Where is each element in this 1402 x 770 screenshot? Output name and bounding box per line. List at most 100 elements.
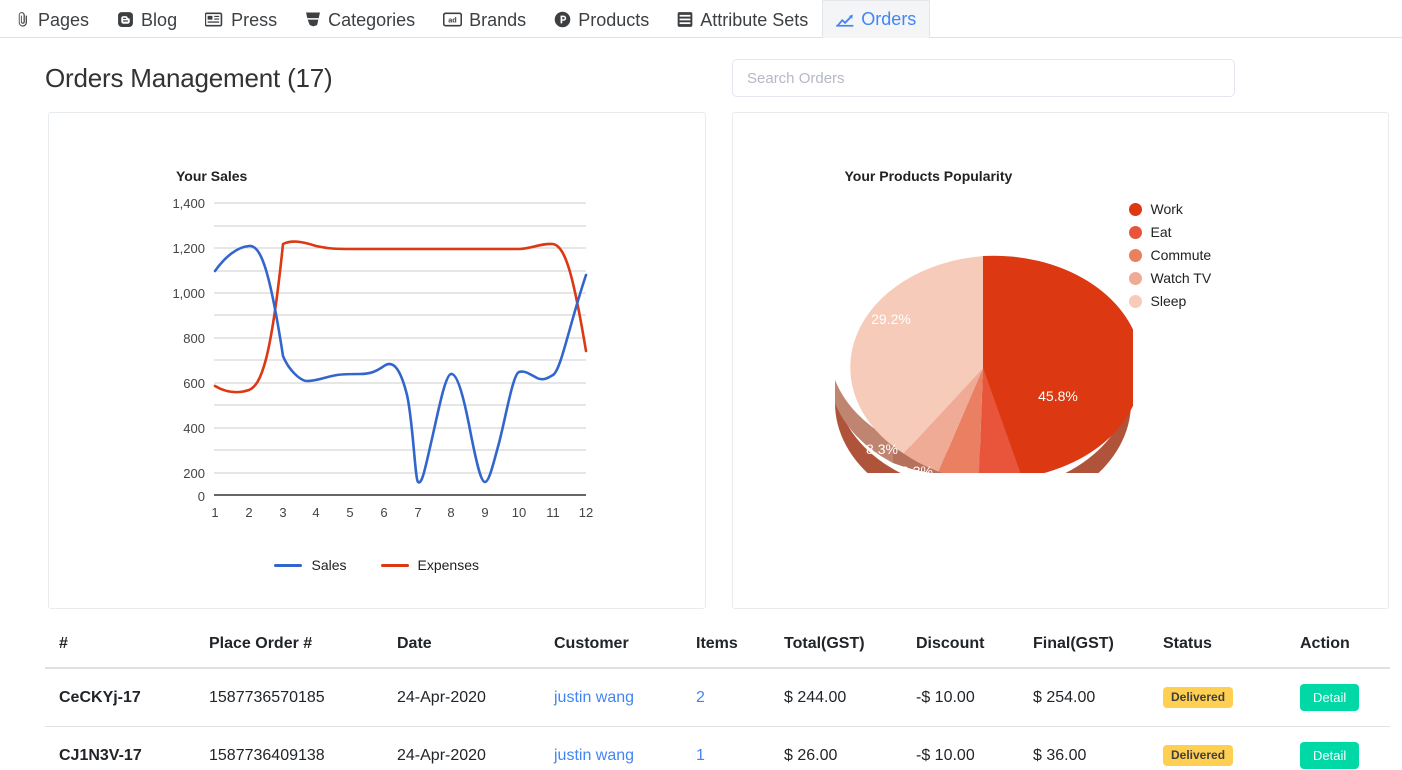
- table-body: CeCKYj-17 1587736570185 24-Apr-2020 just…: [45, 668, 1390, 770]
- col-header-customer: Customer: [540, 625, 682, 669]
- x-tick-2: 2: [245, 505, 252, 520]
- col-header-discount: Discount: [902, 625, 1019, 669]
- pie-label-watchtv: 8.3%: [866, 441, 898, 457]
- cell-customer: justin wang: [540, 726, 682, 770]
- cell-place-order: 1587736409138: [195, 726, 383, 770]
- nav-item-categories[interactable]: Categories: [291, 0, 429, 38]
- y-tick-1200: 1,200: [172, 241, 205, 256]
- nav-item-orders[interactable]: Orders: [822, 0, 931, 38]
- newspaper-icon: [205, 11, 224, 28]
- nav-item-attribute-sets[interactable]: Attribute Sets: [663, 0, 822, 38]
- legend-item-eat[interactable]: Eat: [1128, 224, 1212, 240]
- pie-label-work: 45.8%: [1038, 388, 1078, 404]
- col-header-final: Final(GST): [1019, 625, 1149, 669]
- table-header-row: # Place Order # Date Customer Items Tota…: [45, 625, 1390, 669]
- col-header-status: Status: [1149, 625, 1286, 669]
- orders-table: # Place Order # Date Customer Items Tota…: [45, 625, 1390, 770]
- cell-date: 24-Apr-2020: [383, 668, 540, 727]
- series-sales-line: [213, 244, 588, 484]
- items-link[interactable]: 1: [696, 747, 705, 764]
- cell-action: Detail: [1286, 668, 1390, 727]
- legend-item-watch-tv[interactable]: Watch TV: [1128, 270, 1211, 286]
- cell-place-order: 1587736570185: [195, 668, 383, 727]
- nav-label: Blog: [141, 9, 178, 30]
- detail-button[interactable]: Detail: [1300, 684, 1360, 711]
- list-alt-icon: [677, 11, 693, 28]
- sales-line-chart: 1,400 1,200 1,000 800 600 400 200 0 1 2 …: [172, 196, 593, 520]
- nav-label: Attribute Sets: [700, 9, 809, 30]
- cell-items: 1: [682, 726, 770, 770]
- blogger-icon: [117, 11, 134, 28]
- customer-link[interactable]: justin wang: [554, 689, 634, 706]
- y-tick-1000: 1,000: [172, 286, 205, 301]
- sales-chart-card: Your Sales 1,400 1,200 1,000 800 600 400…: [48, 112, 706, 609]
- nav-item-brands[interactable]: ad Brands: [429, 0, 540, 38]
- search-input[interactable]: [732, 59, 1235, 97]
- col-header-action: Action: [1286, 625, 1390, 669]
- pie-chart-title: Your Products Popularity: [844, 168, 1013, 184]
- sales-chart-legend: Sales Expenses: [49, 557, 705, 573]
- nav-label: Pages: [38, 9, 90, 30]
- cell-customer: justin wang: [540, 668, 682, 727]
- search-container: [732, 59, 1235, 97]
- x-tick-8: 8: [447, 505, 454, 520]
- x-tick-11: 11: [546, 505, 560, 520]
- y-tick-800: 800: [183, 331, 205, 346]
- legend-dot-watch-tv: [1128, 271, 1142, 285]
- legend-label-commute: Commute: [1150, 247, 1212, 263]
- x-tick-10: 10: [512, 505, 526, 520]
- y-tick-0: 0: [198, 489, 205, 504]
- legend-item-commute[interactable]: Commute: [1128, 247, 1212, 263]
- legend-label-eat: Eat: [1150, 224, 1172, 240]
- legend-dot-eat: [1128, 225, 1142, 239]
- col-header-id: #: [45, 625, 195, 669]
- items-link[interactable]: 2: [696, 689, 705, 706]
- table-row: CJ1N3V-17 1587736409138 24-Apr-2020 just…: [45, 726, 1390, 770]
- cell-items: 2: [682, 668, 770, 727]
- nav-item-blog[interactable]: Blog: [103, 0, 191, 38]
- legend-label-work: Work: [1150, 201, 1183, 217]
- legend-item-work[interactable]: Work: [1128, 201, 1212, 217]
- col-header-total: Total(GST): [770, 625, 902, 669]
- legend-dot-commute: [1128, 248, 1142, 262]
- nav-item-pages[interactable]: Pages: [0, 0, 103, 38]
- chart-line-icon: [836, 11, 854, 27]
- page-title: Orders Management (17): [45, 62, 333, 93]
- legend-label-sales: Sales: [311, 557, 347, 573]
- nav-label: Orders: [861, 9, 917, 29]
- series-expenses-line: [213, 240, 588, 394]
- cell-final: $ 254.00: [1019, 668, 1149, 727]
- nav-label: Categories: [328, 9, 416, 30]
- legend-label-sleep: Sleep: [1150, 293, 1187, 309]
- cell-status: Delivered: [1149, 668, 1286, 727]
- cell-order-id: CJ1N3V-17: [45, 726, 195, 770]
- orders-table-container: # Place Order # Date Customer Items Tota…: [0, 609, 1402, 770]
- legend-item-sales[interactable]: Sales: [274, 557, 347, 573]
- legend-item-expenses[interactable]: Expenses: [380, 557, 479, 573]
- svg-text:ad: ad: [448, 15, 457, 24]
- x-tick-9: 9: [481, 505, 488, 520]
- nav-item-press[interactable]: Press: [191, 0, 291, 38]
- status-badge: Delivered: [1163, 744, 1234, 767]
- legend-item-sleep[interactable]: Sleep: [1128, 293, 1212, 309]
- customer-link[interactable]: justin wang: [554, 747, 634, 764]
- legend-label-expenses: Expenses: [417, 557, 479, 573]
- pie-label-sleep: 29.2%: [871, 311, 911, 327]
- x-tick-12: 12: [579, 505, 593, 520]
- nav-item-products[interactable]: Products: [540, 0, 663, 38]
- status-badge: Delivered: [1163, 686, 1234, 709]
- cell-action: Detail: [1286, 726, 1390, 770]
- detail-button[interactable]: Detail: [1300, 742, 1360, 769]
- x-tick-7: 7: [414, 505, 421, 520]
- nav-label: Brands: [469, 9, 527, 30]
- nav-label: Products: [578, 9, 650, 30]
- cell-total: $ 26.00: [770, 726, 902, 770]
- table-row: CeCKYj-17 1587736570185 24-Apr-2020 just…: [45, 668, 1390, 727]
- pie-label-commute: 8.3%: [901, 463, 933, 473]
- cell-order-id: CeCKYj-17: [45, 668, 195, 727]
- legend-swatch-expenses: [380, 563, 409, 567]
- paperclip-icon: [14, 11, 31, 28]
- legend-swatch-sales: [274, 563, 303, 567]
- y-tick-200: 200: [183, 466, 205, 481]
- main-navigation: Pages Blog Press Categories ad Brands Pr…: [0, 0, 1402, 38]
